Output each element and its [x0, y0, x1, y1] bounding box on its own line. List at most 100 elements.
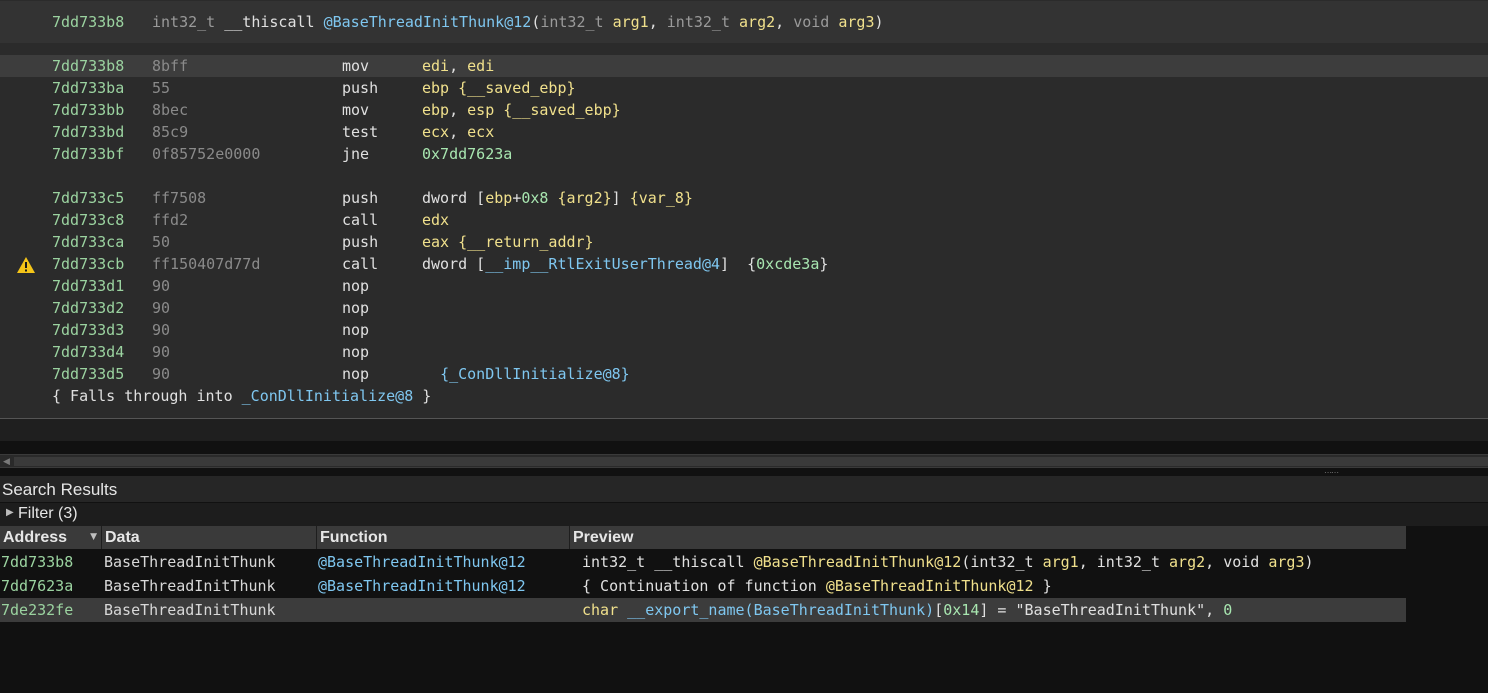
- cell-address[interactable]: 7dd7623a: [1, 574, 73, 598]
- instruction-address[interactable]: 7dd733d1: [52, 275, 124, 297]
- fallthrough-comment[interactable]: { Falls through into _ConDllInitialize@8…: [52, 385, 431, 407]
- instruction-address[interactable]: 7dd733cb: [52, 253, 124, 275]
- return-type: int32_t: [152, 13, 216, 31]
- instruction-line[interactable]: 7dd733cb ff150407d77d call dword [__imp__Rt…: [0, 253, 1488, 275]
- column-label: Preview: [573, 529, 634, 546]
- instruction-mnemonic: push: [342, 233, 379, 251]
- instruction-line[interactable]: 7dd733d2 90 nop: [0, 297, 1488, 319]
- scrollbar-track[interactable]: [14, 457, 1488, 466]
- instruction-mnemonic: push: [342, 79, 379, 97]
- instruction-mnemonic: test: [342, 123, 379, 141]
- cell-data: BaseThreadInitThunk: [104, 577, 276, 595]
- cell-preview: int32_t __thiscall @BaseThreadInitThunk@…: [582, 553, 1314, 571]
- param-name[interactable]: arg1: [613, 13, 649, 31]
- column-header-data[interactable]: Data: [102, 526, 317, 549]
- instruction-address[interactable]: 7dd733c5: [52, 187, 124, 209]
- filter-row[interactable]: ▶ Filter (3): [0, 503, 1488, 526]
- instruction-line[interactable]: 7dd733d1 90 nop: [0, 275, 1488, 297]
- instruction-mnemonic: push: [342, 189, 379, 207]
- instruction-address[interactable]: 7dd733bf: [52, 143, 124, 165]
- instruction-operands[interactable]: edx: [422, 209, 449, 231]
- instruction-mnemonic: mov: [342, 101, 370, 119]
- cell-function[interactable]: @BaseThreadInitThunk@12: [318, 550, 526, 574]
- instruction-bytes: 55: [152, 79, 171, 97]
- table-row[interactable]: 7dd733b8 BaseThreadInitThunk @BaseThread…: [0, 550, 1406, 574]
- table-row-selected[interactable]: 7de232fe BaseThreadInitThunk char __expo…: [0, 598, 1406, 622]
- results-table-header: Address ▼ Data Function Preview: [0, 526, 1406, 549]
- search-results-header: Search Results: [0, 476, 1488, 502]
- instruction-address[interactable]: 7dd733d4: [52, 341, 124, 363]
- instruction-address[interactable]: 7dd733ca: [52, 231, 124, 253]
- instruction-line[interactable]: 7dd733d4 90 nop: [0, 341, 1488, 363]
- warning-icon[interactable]: [16, 256, 36, 274]
- instruction-address[interactable]: 7dd733bd: [52, 121, 124, 143]
- instruction-bytes: 8bec: [152, 101, 189, 119]
- instruction-line[interactable]: 7dd733c5 ff7508 push dword [ebp+0x8 {arg2}]…: [0, 187, 1488, 209]
- instruction-operands[interactable]: ecx, ecx: [422, 121, 494, 143]
- instruction-line[interactable]: 7dd733bf 0f85752e0000 jne 0x7dd7623a: [0, 143, 1488, 165]
- instruction-bytes: ffd2: [152, 211, 189, 229]
- instruction-address[interactable]: 7dd733d3: [52, 319, 124, 341]
- instruction-mnemonic: mov: [342, 57, 370, 75]
- filter-label[interactable]: Filter (3): [18, 505, 78, 523]
- cell-function[interactable]: @BaseThreadInitThunk@12: [318, 574, 526, 598]
- column-header-function[interactable]: Function: [317, 526, 570, 549]
- column-label: Data: [105, 529, 140, 546]
- cell-address[interactable]: 7de232fe: [1, 598, 73, 622]
- search-results-title: Search Results: [2, 480, 118, 499]
- instruction-line[interactable]: 7dd733bb 8bec mov ebp, esp {__saved_ebp}: [0, 99, 1488, 121]
- instruction-operands[interactable]: ebp {__saved_ebp}: [422, 77, 576, 99]
- instruction-mnemonic: nop: [342, 321, 370, 339]
- instruction-address[interactable]: 7dd733d5: [52, 363, 124, 385]
- function-signature[interactable]: int32_t __thiscall @BaseThreadInitThunk@…: [152, 13, 884, 31]
- cell-data: BaseThreadInitThunk: [104, 601, 276, 619]
- instruction-address[interactable]: 7dd733c8: [52, 209, 124, 231]
- instruction-bytes: 90: [152, 321, 171, 339]
- instruction-operands[interactable]: 0x7dd7623a: [422, 143, 512, 165]
- param-name[interactable]: arg3: [838, 13, 874, 31]
- column-label: Function: [320, 529, 388, 546]
- instruction-line[interactable]: 7dd733b8 8bff mov edi, edi: [0, 55, 1488, 77]
- instruction-line[interactable]: 7dd733bd 85c9 test ecx, ecx: [0, 121, 1488, 143]
- instruction-address[interactable]: 7dd733bb: [52, 99, 124, 121]
- instruction-operands[interactable]: dword [__imp__RtlExitUserThread@4] {0xcd…: [422, 253, 828, 275]
- instruction-mnemonic: nop: [342, 299, 370, 317]
- param-name[interactable]: arg2: [739, 13, 775, 31]
- cell-preview: { Continuation of function @BaseThreadIn…: [582, 577, 1052, 595]
- instruction-bytes: 50: [152, 233, 171, 251]
- instruction-bytes: ff7508: [152, 189, 207, 207]
- cell-address[interactable]: 7dd733b8: [1, 550, 73, 574]
- instruction-line[interactable]: 7dd733d5 90 nop {_ConDllInitialize@8}: [0, 363, 1488, 385]
- cell-preview: char __export_name(BaseThreadInitThunk)[…: [582, 601, 1233, 619]
- disassembly-view[interactable]: 7dd733b8 int32_t __thiscall @BaseThreadI…: [0, 0, 1488, 441]
- instruction-operands[interactable]: eax {__return_addr}: [422, 231, 594, 253]
- instruction-line[interactable]: 7dd733c8 ffd2 call edx: [0, 209, 1488, 231]
- cell-data: BaseThreadInitThunk: [104, 553, 276, 571]
- scroll-left-arrow-icon[interactable]: ◀: [3, 457, 10, 467]
- instruction-operands[interactable]: edi, edi: [422, 55, 494, 77]
- instruction-operands[interactable]: dword [ebp+0x8 {arg2}] {var_8}: [422, 187, 693, 209]
- signature-address[interactable]: 7dd733b8: [52, 13, 124, 31]
- instruction-address[interactable]: 7dd733ba: [52, 77, 124, 99]
- instruction-address[interactable]: 7dd733d2: [52, 297, 124, 319]
- column-label: Address: [3, 529, 68, 546]
- disclosure-triangle-icon[interactable]: ▶: [6, 507, 14, 518]
- instruction-mnemonic: call: [342, 255, 379, 273]
- sort-desc-icon[interactable]: ▼: [90, 526, 97, 549]
- table-row[interactable]: 7dd7623a BaseThreadInitThunk @BaseThread…: [0, 574, 1406, 598]
- instruction-line[interactable]: 7dd733d3 90 nop: [0, 319, 1488, 341]
- instruction-mnemonic: jne: [342, 145, 370, 163]
- column-header-address[interactable]: Address ▼: [0, 526, 102, 549]
- instruction-operands[interactable]: ebp, esp {__saved_ebp}: [422, 99, 621, 121]
- instruction-line[interactable]: 7dd733ba 55 push ebp {__saved_ebp}: [0, 77, 1488, 99]
- column-header-preview[interactable]: Preview: [570, 526, 1406, 549]
- horizontal-scrollbar[interactable]: ◀: [0, 454, 1488, 468]
- instruction-mnemonic: nop: [342, 277, 370, 295]
- instruction-address[interactable]: 7dd733b8: [52, 55, 124, 77]
- instruction-line[interactable]: 7dd733ca 50 push eax {__return_addr}: [0, 231, 1488, 253]
- view-footer: [0, 419, 1488, 441]
- instruction-operands[interactable]: {_ConDllInitialize@8}: [422, 363, 630, 385]
- fallthrough-line: { Falls through into _ConDllInitialize@8…: [0, 385, 1488, 407]
- function-name[interactable]: @BaseThreadInitThunk@12: [324, 13, 532, 31]
- instruction-bytes: ff150407d77d: [152, 255, 261, 273]
